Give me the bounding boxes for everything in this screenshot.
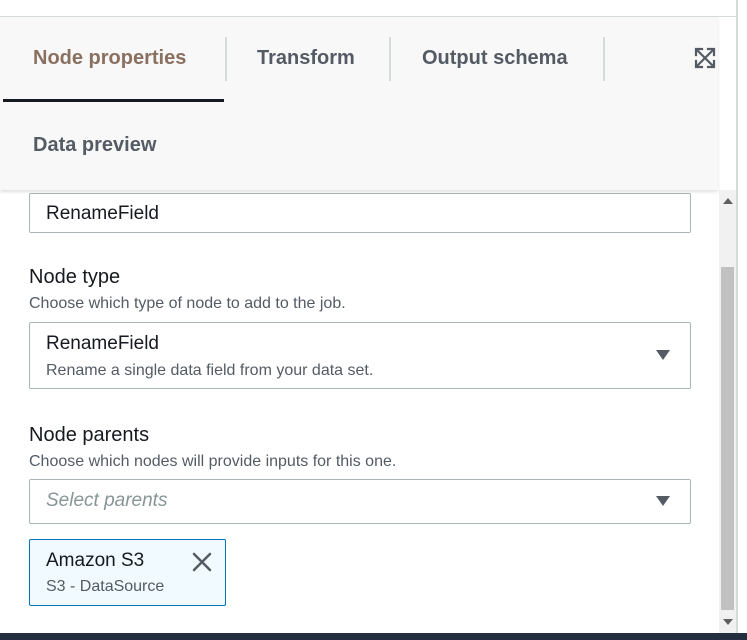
close-icon[interactable] [190,550,214,574]
panel-edge [736,0,738,640]
node-parents-placeholder: Select parents [46,490,168,511]
parent-token-subtitle: S3 - DataSource [46,578,165,595]
vertical-scrollbar[interactable] [719,190,736,633]
node-type-description: Choose which type of node to add to the … [29,295,346,312]
caret-down-icon[interactable] [656,350,670,360]
active-tab-indicator [3,99,224,102]
caret-down-icon[interactable] [656,496,670,506]
tab-node-properties[interactable]: Node properties [33,47,186,70]
node-properties-panel: RenameField Node type Choose which type … [0,190,718,633]
tab-divider [225,37,227,81]
parent-token-title: Amazon S3 [46,550,145,571]
tab-bar: Node properties Transform Output schema … [0,17,718,190]
node-parents-select[interactable]: Select parents [29,479,691,524]
bottom-bar [0,633,747,640]
tab-divider [389,37,391,81]
node-type-selected-description: Rename a single data field from your dat… [46,362,374,379]
scrollbar-thumb[interactable] [721,267,734,610]
node-type-selected-title: RenameField [46,333,159,354]
node-parents-description: Choose which nodes will provide inputs f… [29,453,397,470]
tab-output-schema[interactable]: Output schema [422,47,568,70]
tab-data-preview[interactable]: Data preview [33,134,156,157]
expand-icon[interactable] [694,47,716,69]
node-type-label: Node type [29,266,121,288]
node-name-input[interactable]: RenameField [29,193,691,233]
scroll-up-arrow-icon[interactable] [723,198,733,204]
tab-divider [603,37,605,81]
scroll-down-arrow-icon[interactable] [723,619,733,625]
tab-transform[interactable]: Transform [257,47,355,70]
parent-token: Amazon S3 S3 - DataSource [29,539,226,606]
node-type-select[interactable]: RenameField Rename a single data field f… [29,322,691,389]
node-parents-label: Node parents [29,424,150,446]
top-border [0,0,736,17]
node-name-value: RenameField [46,203,159,224]
